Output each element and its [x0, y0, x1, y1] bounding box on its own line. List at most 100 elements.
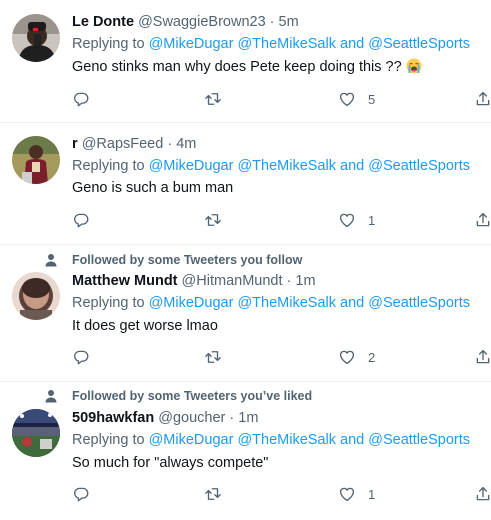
like-button[interactable]: 2: [338, 348, 375, 366]
share-icon: [476, 486, 490, 501]
tweet-header: Matthew Mundt @HitmanMundt · 1m: [72, 271, 316, 291]
mention-and-label: and: [340, 295, 365, 311]
tweet-card[interactable]: Followed by some Tweeters you’ve liked 5…: [0, 381, 491, 520]
replying-to-label: Replying to: [72, 432, 145, 448]
tweet-actions: 5: [72, 90, 491, 110]
retweet-button[interactable]: [204, 485, 234, 503]
share-button[interactable]: [474, 348, 491, 366]
handle[interactable]: @HitmanMundt: [182, 273, 283, 289]
avatar[interactable]: [12, 136, 60, 184]
mention-link[interactable]: @SeattleSports: [368, 158, 470, 174]
retweet-icon: [205, 351, 221, 363]
mention-link[interactable]: @TheMikeSalk: [237, 158, 336, 174]
tweet-text: Geno is such a bum man: [72, 178, 233, 198]
avatar[interactable]: [12, 409, 60, 457]
social-context-text: Followed by some Tweeters you follow: [72, 253, 303, 267]
reply-icon: [73, 213, 89, 228]
person-icon: [45, 390, 57, 403]
mention-and-label: and: [340, 158, 365, 174]
tweet-text-body: Geno is such a bum man: [72, 180, 234, 196]
like-count: 2: [368, 349, 376, 365]
timestamp[interactable]: 4m: [176, 136, 196, 152]
tweet-text-body: It does get worse lmao: [72, 318, 218, 334]
like-button[interactable]: 5: [338, 90, 375, 108]
reply-button[interactable]: [72, 211, 102, 229]
display-name[interactable]: Matthew Mundt: [72, 273, 178, 289]
reply-button[interactable]: [72, 90, 102, 108]
separator-dot: ·: [269, 14, 275, 30]
retweet-button[interactable]: [204, 348, 234, 366]
reply-icon: [73, 350, 89, 365]
display-name[interactable]: Le Donte: [72, 14, 134, 30]
replying-to-label: Replying to: [72, 158, 145, 174]
replying-to: Replying to @MikeDugar @TheMikeSalk and …: [72, 156, 470, 176]
social-context: Followed by some Tweeters you follow: [44, 251, 302, 269]
timestamp[interactable]: 1m: [238, 410, 258, 426]
share-button[interactable]: [474, 211, 491, 229]
mention-link[interactable]: @MikeDugar: [149, 432, 234, 448]
heart-icon: [339, 487, 355, 502]
mention-link[interactable]: @MikeDugar: [149, 36, 234, 52]
reply-button[interactable]: [72, 348, 102, 366]
retweet-button[interactable]: [204, 211, 234, 229]
mention-link[interactable]: @MikeDugar: [149, 158, 234, 174]
retweet-icon: [205, 488, 221, 500]
replying-to: Replying to @MikeDugar @TheMikeSalk and …: [72, 430, 470, 450]
mention-link[interactable]: @MikeDugar: [149, 295, 234, 311]
mention-link[interactable]: @TheMikeSalk: [237, 432, 336, 448]
replying-to: Replying to @MikeDugar @TheMikeSalk and …: [72, 34, 470, 54]
tweet-text: It does get worse lmao: [72, 316, 218, 336]
retweet-button[interactable]: [204, 90, 234, 108]
replying-to: Replying to @MikeDugar @TheMikeSalk and …: [72, 293, 470, 313]
tweet-card[interactable]: Followed by some Tweeters you follow Mat…: [0, 244, 491, 382]
mention-link[interactable]: @SeattleSports: [368, 295, 470, 311]
share-button[interactable]: [474, 90, 491, 108]
avatar[interactable]: [12, 272, 60, 320]
display-name[interactable]: 509hawkfan: [72, 410, 154, 426]
retweet-icon: [205, 214, 221, 226]
share-icon: [476, 91, 490, 106]
tweet-header: Le Donte @SwaggieBrown23 · 5m: [72, 12, 299, 32]
avatar[interactable]: [12, 14, 60, 62]
handle[interactable]: @RapsFeed: [82, 136, 164, 152]
mention-and-label: and: [340, 432, 365, 448]
heart-icon: [339, 92, 355, 107]
person-icon: [45, 254, 57, 267]
tweet-text: So much for "always compete": [72, 453, 268, 473]
tweet-header: r @RapsFeed · 4m: [72, 134, 196, 154]
timestamp[interactable]: 5m: [279, 14, 299, 30]
separator-dot: ·: [167, 136, 173, 152]
tweet-text: Geno stinks man why does Pete keep doing…: [72, 57, 422, 77]
mention-link[interactable]: @SeattleSports: [368, 432, 470, 448]
handle[interactable]: @SwaggieBrown23: [138, 14, 266, 30]
separator-dot: ·: [229, 410, 235, 426]
share-icon: [476, 349, 490, 364]
mention-link[interactable]: @TheMikeSalk: [237, 295, 336, 311]
tweet-actions: 1: [72, 485, 491, 505]
handle[interactable]: @goucher: [158, 410, 225, 426]
tweet-card[interactable]: Le Donte @SwaggieBrown23 · 5m Replying t…: [0, 0, 491, 123]
display-name[interactable]: r: [72, 136, 78, 152]
like-button[interactable]: 1: [338, 485, 375, 503]
timestamp[interactable]: 1m: [295, 273, 315, 289]
tweet-header: 509hawkfan @goucher · 1m: [72, 408, 258, 428]
mention-link[interactable]: @TheMikeSalk: [237, 36, 336, 52]
share-button[interactable]: [474, 485, 491, 503]
social-context-text: Followed by some Tweeters you’ve liked: [72, 389, 313, 403]
mention-link[interactable]: @SeattleSports: [368, 36, 470, 52]
reply-icon: [73, 487, 89, 502]
replying-to-label: Replying to: [72, 295, 145, 311]
separator-dot: ·: [286, 273, 292, 289]
tweet-text-body: So much for "always compete": [72, 455, 269, 471]
social-context: Followed by some Tweeters you’ve liked: [44, 387, 312, 405]
like-button[interactable]: 1: [338, 211, 375, 229]
replying-to-label: Replying to: [72, 36, 145, 52]
like-count: 5: [368, 91, 376, 107]
tweet-card[interactable]: r @RapsFeed · 4m Replying to @MikeDugar …: [0, 122, 491, 245]
retweet-icon: [205, 93, 221, 105]
mention-and-label: and: [340, 36, 365, 52]
heart-icon: [339, 350, 355, 365]
reply-button[interactable]: [72, 485, 102, 503]
reply-icon: [73, 92, 89, 107]
like-count: 1: [368, 486, 376, 502]
